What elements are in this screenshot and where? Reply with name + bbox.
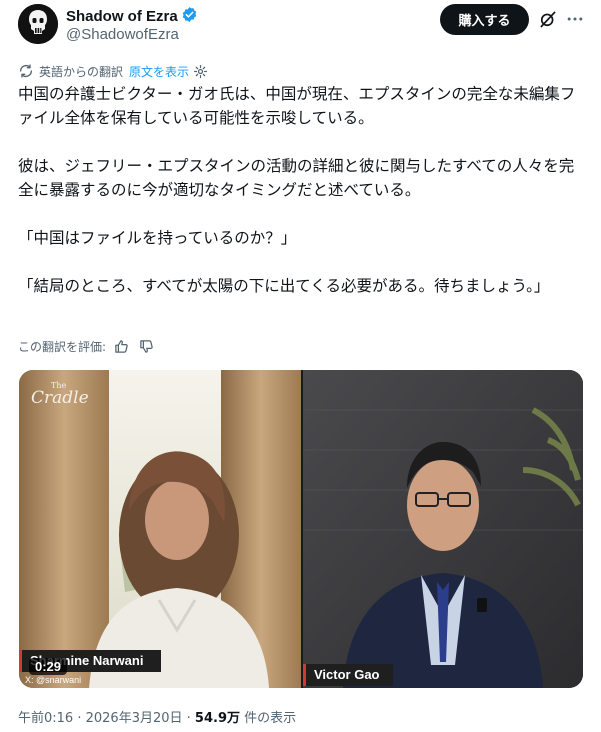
post-paragraph: 中国の弁護士ビクター・ガオ氏は、中国が現在、エプスタインの完全な未編集ファイル全… — [18, 85, 576, 127]
cradle-logo: The Cradle — [31, 382, 89, 407]
author-handle[interactable]: @ShadowofEzra — [66, 26, 179, 43]
buy-button[interactable]: 購入する — [440, 4, 529, 35]
post-text: 中国の弁護士ビクター・ガオ氏は、中国が現在、エプスタインの完全な未編集ファイル全… — [18, 82, 584, 298]
translate-icon — [20, 64, 32, 78]
show-original-link[interactable]: 原文を表示 — [129, 63, 189, 80]
post-date[interactable]: 2026年3月20日 — [86, 711, 183, 726]
rate-translation-row: この翻訳を評価: — [18, 337, 154, 355]
verified-badge-icon — [182, 7, 196, 22]
post-header: Shadow of Ezra @ShadowofEzra 購入する — [0, 0, 601, 52]
post-paragraph: 「結局のところ、すべてが太陽の下に出てくる必要がある。待ちましょう。」 — [18, 277, 550, 295]
view-count: 54.9万 — [194, 711, 240, 726]
thumbs-up-icon[interactable] — [114, 339, 129, 354]
host-name-tag: Victor Gao — [303, 664, 393, 686]
video-player[interactable]: The Cradle Sharmine Narwani 0:29 X: @snar… — [19, 370, 583, 688]
grok-icon[interactable] — [538, 9, 558, 29]
interview-right-image — [303, 370, 583, 688]
author-name-text[interactable]: Shadow of Ezra — [66, 8, 178, 25]
more-options-icon[interactable] — [565, 9, 585, 29]
video-elapsed-time: 0:29 — [29, 658, 68, 675]
skull-logo-icon — [18, 4, 58, 44]
video-left-panel: The Cradle Sharmine Narwani 0:29 X: @snar… — [19, 370, 301, 688]
settings-gear-icon[interactable] — [193, 64, 208, 79]
translation-bar: 英語からの翻訳 原文を表示 — [18, 62, 208, 80]
translation-note: 英語からの翻訳 — [39, 64, 124, 79]
post-time[interactable]: 午前0:16 — [18, 711, 73, 726]
thumbs-down-icon[interactable] — [139, 339, 154, 354]
cradle-logo-name: Cradle — [31, 388, 89, 408]
video-credit: X: @snarwani — [25, 675, 82, 685]
view-count-suffix: 件の表示 — [244, 711, 297, 726]
post-meta: 午前0:16 · 2026年3月20日 · 54.9万 件の表示 — [18, 711, 297, 726]
rate-translation-label: この翻訳を評価: — [18, 339, 107, 354]
author-name[interactable]: Shadow of Ezra — [66, 6, 198, 25]
video-right-panel: Victor Gao — [303, 370, 583, 688]
post-paragraph: 「中国はファイルを持っているのか？」 — [18, 229, 297, 247]
post-paragraph: 彼は、ジェフリー・エプスタインの活動の詳細と彼に関与したすべての人々を完全に暴露… — [18, 157, 575, 199]
author-avatar[interactable] — [18, 4, 58, 44]
interview-left-image — [19, 370, 301, 688]
